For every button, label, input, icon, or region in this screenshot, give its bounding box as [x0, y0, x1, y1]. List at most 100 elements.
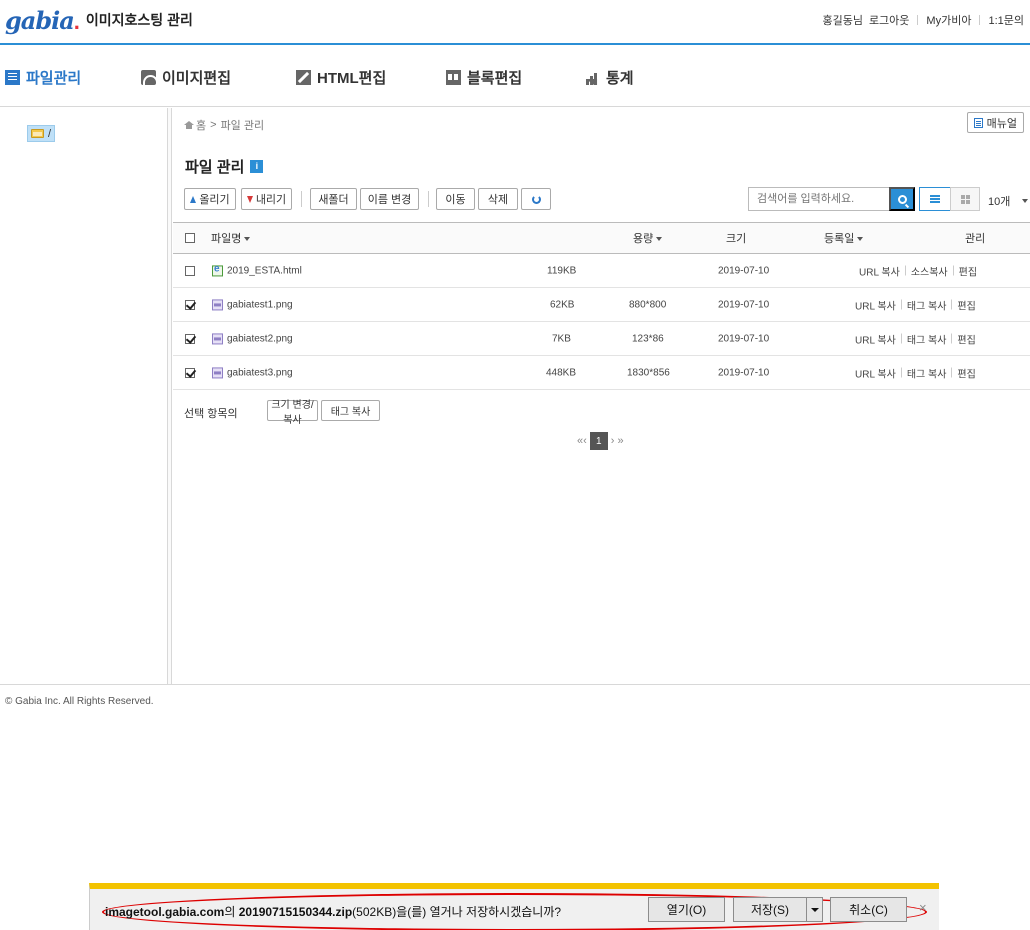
url-copy-link[interactable]: URL 복사: [859, 263, 900, 278]
save-options-dropdown[interactable]: [806, 897, 823, 922]
size-cell: 123*86: [632, 333, 664, 344]
folder-icon: [31, 129, 44, 138]
url-copy-link[interactable]: URL 복사: [855, 297, 896, 312]
row-actions: URL 복사 태그 복사 편집: [855, 365, 976, 380]
col-capacity-header[interactable]: 용량: [633, 230, 663, 246]
arrow-down-icon: [246, 195, 253, 203]
divider: [900, 299, 902, 310]
home-icon: [184, 121, 194, 129]
table-row[interactable]: gabiatest3.png 448KB 1830*856 2019-07-10…: [173, 356, 1030, 390]
row-checkbox[interactable]: [185, 299, 195, 310]
row-actions: URL 복사 태그 복사 편집: [855, 331, 976, 346]
upload-button[interactable]: 올리기: [184, 188, 236, 210]
cancel-button[interactable]: 취소(C): [830, 897, 907, 922]
info-icon[interactable]: i: [250, 160, 264, 173]
row-actions: URL 복사 소스복사 편집: [859, 263, 977, 278]
source-copy-link[interactable]: 소스복사: [911, 263, 948, 278]
divider: [917, 15, 919, 25]
row-checkbox[interactable]: [185, 333, 195, 344]
table-row[interactable]: gabiatest1.png 62KB 880*800 2019-07-10 U…: [173, 288, 1030, 322]
table-row[interactable]: gabiatest2.png 7KB 123*86 2019-07-10 URL…: [173, 322, 1030, 356]
divider: [979, 15, 981, 25]
edit-link[interactable]: 편집: [957, 297, 975, 312]
manual-button[interactable]: 매뉴얼: [966, 112, 1024, 133]
file-name-cell[interactable]: 2019_ESTA.html: [212, 263, 302, 277]
save-button[interactable]: 저장(S): [733, 897, 807, 922]
breadcrumb-separator: >: [210, 119, 217, 131]
file-name: gabiatest2.png: [227, 333, 293, 345]
panel-resize-handle[interactable]: [168, 108, 172, 684]
tree-root-folder[interactable]: /: [27, 125, 56, 142]
edit-link[interactable]: 편집: [959, 263, 977, 278]
col-name-header[interactable]: 파일명: [211, 230, 251, 246]
page-number-current[interactable]: 1: [589, 432, 608, 450]
rename-button[interactable]: 이름 변경: [360, 188, 419, 210]
grid-view-icon: [960, 194, 965, 199]
file-list-icon: [5, 70, 20, 85]
edit-link[interactable]: 편집: [957, 365, 975, 380]
url-copy-link[interactable]: URL 복사: [855, 331, 896, 346]
nav-file-manage[interactable]: 파일관리: [5, 67, 81, 88]
edit-link[interactable]: 편집: [957, 331, 975, 346]
search-input[interactable]: [748, 187, 890, 211]
list-view-button[interactable]: [919, 187, 951, 211]
delete-button[interactable]: 삭제: [478, 188, 518, 210]
tag-copy-link[interactable]: 태그 복사: [907, 297, 947, 312]
date-cell: 2019-07-10: [718, 333, 770, 344]
row-checkbox[interactable]: [185, 367, 195, 378]
last-page-link[interactable]: »: [617, 435, 623, 447]
url-copy-link[interactable]: URL 복사: [855, 365, 896, 380]
breadcrumb-home[interactable]: 홈: [196, 117, 206, 133]
download-message: imagetool.gabia.com의 20190715150344.zip(…: [105, 903, 561, 920]
folder-tree-panel: /: [0, 108, 168, 684]
search-icon: [897, 194, 907, 204]
select-all-checkbox[interactable]: [185, 233, 195, 243]
list-view-icon: [930, 195, 940, 197]
close-icon[interactable]: ×: [919, 900, 927, 915]
inquiry-link[interactable]: 1:1문의: [988, 12, 1024, 28]
tree-root-label: /: [48, 127, 52, 140]
table-row[interactable]: 2019_ESTA.html 119KB 2019-07-10 URL 복사 소…: [173, 254, 1030, 288]
gabia-logo[interactable]: gabia . 이미지호스팅 관리: [5, 6, 193, 35]
col-date-header[interactable]: 등록일: [824, 230, 864, 246]
resize-copy-button[interactable]: 크기 변경/복사: [267, 400, 318, 426]
download-button[interactable]: 내리기: [241, 188, 292, 210]
file-name-cell[interactable]: gabiatest2.png: [212, 332, 293, 345]
divider: [951, 333, 953, 344]
user-name: 홍길동님: [822, 15, 863, 27]
prev-page-link[interactable]: ‹: [583, 435, 587, 447]
nav-html-edit[interactable]: HTML편집: [296, 67, 386, 88]
grid-view-button[interactable]: [950, 187, 980, 211]
file-name: 2019_ESTA.html: [227, 265, 302, 277]
logout-link[interactable]: 로그아웃: [869, 12, 909, 28]
nav-block-edit[interactable]: 블록편집: [446, 67, 522, 88]
divider: [900, 333, 902, 344]
nav-label: 블록편집: [467, 70, 523, 87]
tag-copy-link[interactable]: 태그 복사: [907, 331, 947, 346]
capacity-cell: 62KB: [550, 299, 575, 310]
nav-statistics[interactable]: 통계: [585, 67, 634, 88]
tag-copy-link[interactable]: 태그 복사: [907, 365, 947, 380]
nav-image-edit[interactable]: 이미지편집: [141, 67, 231, 88]
next-page-link[interactable]: ›: [611, 435, 615, 447]
nav-label: HTML편집: [317, 70, 387, 87]
document-icon: [973, 117, 983, 128]
open-button[interactable]: 열기(O): [648, 897, 725, 922]
file-name-cell[interactable]: gabiatest3.png: [212, 366, 293, 378]
move-button[interactable]: 이동: [436, 188, 475, 210]
sort-icon: [857, 237, 864, 242]
per-page-select[interactable]: 10개: [988, 193, 1029, 209]
sort-icon: [244, 237, 251, 242]
row-actions: URL 복사 태그 복사 편집: [855, 297, 976, 312]
refresh-button[interactable]: [521, 188, 551, 210]
tag-copy-button[interactable]: 태그 복사: [321, 400, 380, 421]
app-header: gabia . 이미지호스팅 관리 홍길동님 로그아웃 My가비아 1:1문의: [0, 0, 1030, 45]
bar-chart-icon: [585, 70, 600, 85]
search-button[interactable]: [889, 187, 915, 211]
row-checkbox[interactable]: [185, 265, 195, 276]
file-name-cell[interactable]: gabiatest1.png: [212, 298, 293, 310]
download-notification-bar: imagetool.gabia.com의 20190715150344.zip(…: [89, 883, 939, 930]
capacity-cell: 7KB: [552, 333, 571, 344]
my-gabia-link[interactable]: My가비아: [926, 12, 971, 28]
new-folder-button[interactable]: 새폴더: [310, 188, 357, 210]
